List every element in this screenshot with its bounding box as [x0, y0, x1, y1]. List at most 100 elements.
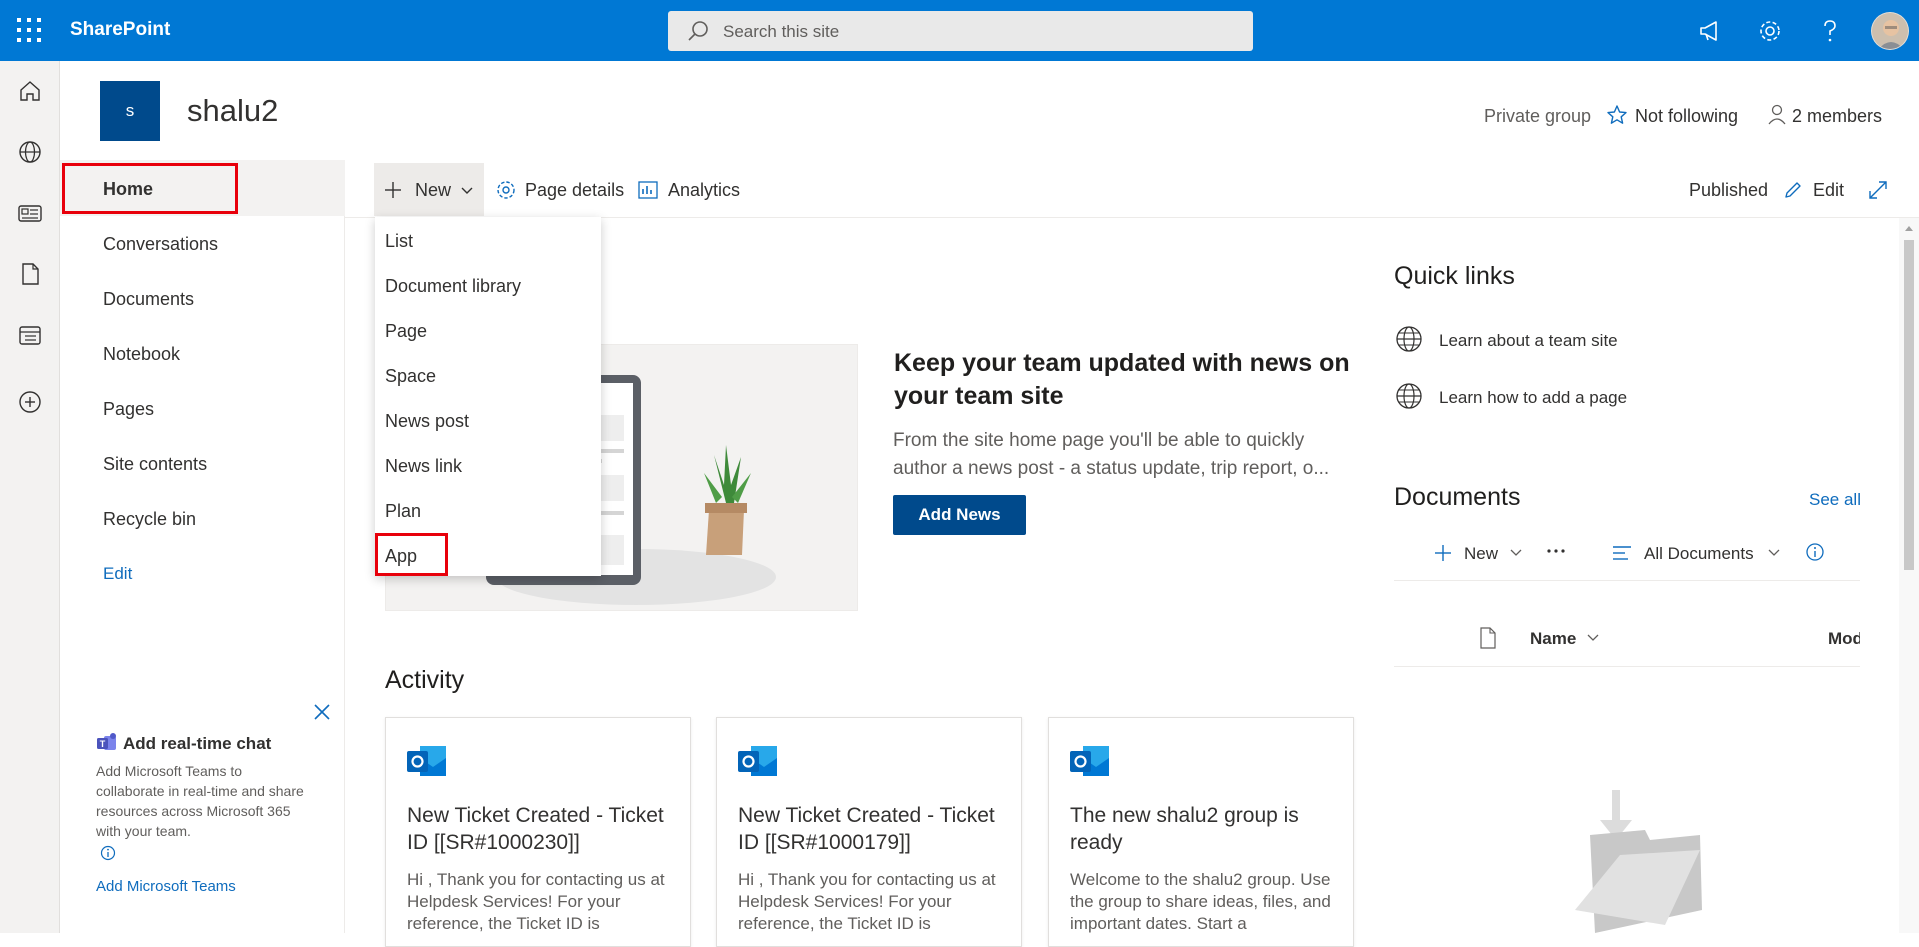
activity-card[interactable]: The new shalu2 group is ready Welcome to… — [1048, 717, 1354, 947]
quick-link-item[interactable]: Learn about a team site — [1439, 331, 1618, 351]
info-icon[interactable] — [1805, 542, 1825, 562]
app-brand[interactable]: SharePoint — [70, 19, 170, 41]
card-body: Welcome to the shalu2 group. Use the gro… — [1070, 870, 1331, 933]
chevron-down-icon — [1587, 634, 1599, 642]
news-title: Keep your team updated with news on your… — [894, 349, 1350, 410]
globe-icon — [1395, 325, 1423, 353]
teams-promo-title: Add real-time chat — [123, 734, 272, 753]
info-icon[interactable] — [100, 845, 116, 861]
pencil-icon — [1782, 179, 1804, 201]
globe-icon[interactable] — [16, 138, 44, 166]
gear-icon[interactable] — [1755, 16, 1785, 46]
menu-item-page[interactable]: Page — [385, 321, 427, 342]
add-news-button[interactable]: Add News — [893, 495, 1026, 535]
members-button[interactable]: 2 members — [1792, 106, 1882, 127]
plus-icon — [384, 181, 402, 199]
command-bar: New Page details Analytics Published Edi… — [345, 160, 1919, 218]
search-placeholder: Search this site — [723, 22, 840, 41]
card-title: The new shalu2 group is ready — [1070, 804, 1299, 854]
documents-column-header: Name Mod — [1394, 612, 1860, 667]
expand-icon[interactable] — [1867, 179, 1889, 201]
nav-item-home[interactable]: Home — [103, 179, 153, 200]
card-body: Hi , Thank you for contacting us at Help… — [407, 870, 665, 933]
site-title[interactable]: shalu2 — [187, 93, 278, 129]
analytics-icon — [637, 179, 659, 201]
see-all-link[interactable]: See all — [1809, 490, 1861, 510]
menu-item-document-library[interactable]: Document library — [385, 276, 521, 297]
search-box[interactable]: Search this site — [668, 11, 1253, 51]
megaphone-icon[interactable] — [1696, 16, 1726, 46]
file-type-icon — [1479, 627, 1497, 649]
close-icon[interactable] — [313, 703, 331, 721]
view-icon — [1612, 544, 1632, 562]
gear-icon — [495, 179, 517, 201]
news-body: From the site home page you'll be able t… — [893, 430, 1330, 479]
outlook-icon — [1069, 742, 1111, 780]
avatar[interactable] — [1871, 12, 1909, 50]
analytics-button[interactable]: Analytics — [668, 180, 740, 201]
nav-item-conversations[interactable]: Conversations — [103, 234, 218, 255]
column-modified[interactable]: Mod — [1828, 629, 1860, 649]
nav-item-recycle-bin[interactable]: Recycle bin — [103, 509, 196, 530]
menu-item-news-post[interactable]: News post — [385, 411, 469, 432]
follow-button[interactable]: Not following — [1635, 106, 1738, 127]
menu-item-list[interactable]: List — [385, 231, 413, 252]
page-details-button[interactable]: Page details — [525, 180, 624, 201]
help-icon[interactable] — [1815, 16, 1845, 46]
new-dropdown-menu: List Document library Page Space News po… — [375, 217, 601, 576]
search-icon — [686, 20, 710, 44]
news-icon[interactable] — [16, 199, 44, 227]
scrollbar[interactable] — [1899, 218, 1919, 933]
publish-status: Published — [1689, 180, 1769, 200]
teams-promo-body: Add Microsoft Teams to collaborate in re… — [96, 763, 304, 839]
chevron-down-icon — [460, 186, 474, 195]
suite-bar: SharePoint Search this site — [0, 0, 1919, 61]
activity-title: Activity — [385, 666, 465, 694]
documents-new-button[interactable]: New — [1464, 544, 1498, 564]
svg-text:T: T — [100, 739, 106, 749]
quick-links-title: Quick links — [1394, 262, 1515, 290]
highlight-box — [375, 533, 448, 576]
home-icon[interactable] — [16, 77, 44, 105]
chevron-down-icon — [1510, 549, 1522, 557]
card-body: Hi , Thank you for contacting us at Help… — [738, 870, 996, 933]
star-icon[interactable] — [1606, 104, 1628, 126]
empty-folder-illustration — [1550, 790, 1710, 933]
scrollbar-thumb[interactable] — [1904, 240, 1914, 570]
view-selector[interactable]: All Documents — [1644, 544, 1754, 564]
column-name[interactable]: Name — [1530, 629, 1576, 649]
new-button[interactable]: New — [415, 180, 451, 201]
documents-title: Documents — [1394, 483, 1521, 511]
nav-item-pages[interactable]: Pages — [103, 399, 154, 420]
outlook-icon — [737, 742, 779, 780]
edit-page-button[interactable]: Edit — [1813, 180, 1844, 201]
scroll-up-icon[interactable] — [1904, 224, 1914, 232]
plus-icon — [1434, 544, 1452, 562]
app-launcher-icon[interactable] — [15, 16, 43, 44]
list-icon[interactable] — [16, 321, 44, 349]
file-icon[interactable] — [16, 260, 44, 288]
activity-card[interactable]: New Ticket Created - Ticket ID [[SR#1000… — [385, 717, 691, 947]
menu-item-news-link[interactable]: News link — [385, 456, 462, 477]
menu-item-space[interactable]: Space — [385, 366, 436, 387]
globe-icon — [1395, 382, 1423, 410]
menu-item-plan[interactable]: Plan — [385, 501, 421, 522]
more-icon[interactable] — [1546, 541, 1566, 561]
site-logo[interactable]: s — [100, 81, 160, 141]
nav-item-documents[interactable]: Documents — [103, 289, 194, 310]
card-title: New Ticket Created - Ticket ID [[SR#1000… — [738, 804, 995, 854]
nav-item-notebook[interactable]: Notebook — [103, 344, 180, 365]
add-circle-icon[interactable] — [16, 388, 44, 416]
nav-item-site-contents[interactable]: Site contents — [103, 454, 207, 475]
person-icon — [1767, 104, 1787, 126]
activity-card[interactable]: New Ticket Created - Ticket ID [[SR#1000… — [716, 717, 1022, 947]
app-rail — [0, 61, 60, 933]
documents-command-bar: New All Documents — [1394, 531, 1860, 581]
privacy-label: Private group — [1484, 106, 1592, 126]
quick-link-item[interactable]: Learn how to add a page — [1439, 388, 1627, 408]
card-title: New Ticket Created - Ticket ID [[SR#1000… — [407, 804, 664, 854]
outlook-icon — [406, 742, 448, 780]
chevron-down-icon — [1768, 549, 1780, 557]
nav-edit-link[interactable]: Edit — [103, 564, 132, 584]
add-teams-link[interactable]: Add Microsoft Teams — [96, 878, 236, 895]
